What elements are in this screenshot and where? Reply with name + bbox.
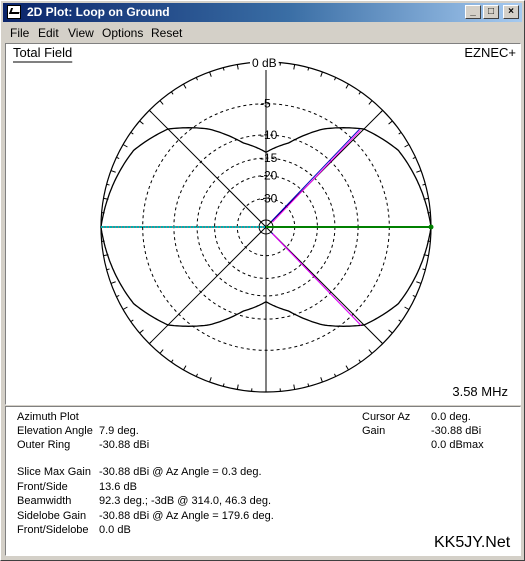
- close-button[interactable]: ×: [503, 5, 519, 19]
- plot-type-label: Azimuth Plot: [17, 411, 79, 423]
- cursor-marker: [428, 224, 434, 230]
- slice-max-gain-label: Slice Max Gain: [17, 466, 91, 478]
- tick-mark: [139, 120, 144, 125]
- tick-mark: [358, 359, 362, 363]
- tick-mark: [368, 100, 373, 105]
- ring-label-1: -5: [260, 97, 271, 111]
- tick-mark: [209, 71, 212, 77]
- tick-mark: [148, 341, 152, 345]
- tick-mark: [116, 156, 120, 159]
- tick-mark: [236, 64, 239, 70]
- tick-mark: [183, 83, 187, 89]
- front-side-value: 13.6 dB: [99, 481, 137, 493]
- maximize-button[interactable]: □: [483, 5, 499, 19]
- outer-ring-label: Outer Ring: [17, 439, 71, 451]
- tick-mark: [195, 373, 198, 377]
- polar-plot[interactable]: 0 dB -5 -10 -15 -20 -30 Total Field EZNEC+ 3.58 …: [6, 44, 520, 404]
- tick-mark: [320, 377, 323, 383]
- tick-mark: [345, 83, 349, 89]
- tick-mark: [122, 144, 128, 148]
- tick-mark: [416, 170, 422, 173]
- info-panel: Azimuth Plot Elevation Angle 7.9 deg. Ou…: [5, 406, 521, 556]
- tick-mark: [236, 384, 239, 390]
- app-icon[interactable]: [7, 5, 21, 19]
- sidelobe-gain-value: -30.88 dBi @ Az Angle = 179.6 deg.: [99, 510, 274, 522]
- beamwidth-label: Beamwidth: [17, 495, 72, 507]
- outer-ring-value: -30.88 dBi: [99, 439, 150, 451]
- tick-mark: [159, 100, 164, 105]
- beamwidth-line-mag-2: [272, 233, 362, 326]
- tick-mark: [110, 170, 116, 173]
- tick-mark: [404, 306, 410, 310]
- watermark-text: KK5JY.Net: [434, 534, 511, 551]
- tick-mark: [195, 77, 198, 81]
- brand-label: EZNEC+: [464, 45, 516, 60]
- front-side-label: Front/Side: [17, 481, 68, 493]
- tick-mark: [116, 295, 120, 298]
- tick-mark: [334, 373, 337, 377]
- menu-reset[interactable]: Reset: [151, 26, 182, 40]
- slice-max-gain-value: -30.88 dBi @ Az Angle = 0.3 deg.: [99, 466, 262, 478]
- front-sidelobe-value: 0.0 dB: [99, 524, 131, 536]
- tick-mark: [170, 91, 174, 95]
- cursor-gain-value: -30.88 dBi: [431, 425, 482, 437]
- tick-mark: [345, 365, 349, 371]
- cursor-gain-max-value: 0.0 dBmax: [431, 439, 484, 451]
- minimize-button[interactable]: _: [465, 5, 481, 19]
- tick-mark: [122, 306, 128, 310]
- menu-edit[interactable]: Edit: [38, 26, 59, 40]
- window-title: 2D Plot: Loop on Ground: [27, 5, 170, 19]
- ring-label-4: -20: [260, 169, 278, 183]
- tick-mark: [416, 281, 422, 284]
- menu-file[interactable]: File: [10, 26, 29, 40]
- tick-mark: [404, 144, 410, 148]
- ring-label-3: -15: [260, 151, 278, 165]
- tick-mark: [170, 359, 174, 363]
- tick-mark: [209, 377, 212, 383]
- menu-bar: File Edit View Options Reset: [3, 23, 522, 42]
- field-label: Total Field: [13, 45, 72, 60]
- tick-mark: [380, 109, 384, 113]
- tick-mark: [159, 349, 164, 354]
- elevation-angle-value: 7.9 deg.: [99, 425, 139, 437]
- tick-mark: [139, 329, 144, 334]
- ring-label-0: 0 dB: [252, 56, 277, 70]
- cursor-gain-label: Gain: [362, 425, 386, 437]
- title-bar[interactable]: 2D Plot: Loop on Ground _ □ ×: [3, 3, 522, 22]
- tick-mark: [130, 131, 134, 135]
- tick-mark: [183, 365, 187, 371]
- tick-mark: [293, 384, 296, 390]
- ring-label-5: -30: [260, 191, 278, 205]
- plot-window: 2D Plot: Loop on Ground _ □ × File Edit …: [0, 0, 525, 561]
- elevation-angle-label: Elevation Angle: [17, 425, 93, 437]
- tick-mark: [388, 329, 393, 334]
- tick-mark: [293, 64, 296, 70]
- sidelobe-gain-label: Sidelobe Gain: [17, 510, 87, 522]
- tick-mark: [412, 295, 416, 298]
- tick-mark: [388, 120, 393, 125]
- tick-mark: [320, 71, 323, 77]
- tick-mark: [148, 109, 152, 113]
- frequency-label: 3.58 MHz: [452, 384, 508, 399]
- beamwidth-value: 92.3 deg.; -3dB @ 314.0, 46.3 deg.: [99, 495, 272, 507]
- tick-mark: [412, 156, 416, 159]
- front-sidelobe-label: Front/Sidelobe: [17, 524, 89, 536]
- menu-view[interactable]: View: [68, 26, 94, 40]
- cursor-az-value: 0.0 deg.: [431, 411, 471, 423]
- beamwidth-line-1: [271, 128, 360, 222]
- tick-mark: [380, 341, 384, 345]
- menu-options[interactable]: Options: [102, 26, 143, 40]
- tick-mark: [110, 281, 116, 284]
- tick-mark: [130, 319, 134, 323]
- tick-mark: [358, 91, 362, 95]
- tick-mark: [398, 319, 402, 323]
- cursor-az-label: Cursor Az: [362, 411, 411, 423]
- tick-mark: [368, 349, 373, 354]
- tick-mark: [334, 77, 337, 81]
- tick-mark: [398, 131, 402, 135]
- ring-label-2: -10: [260, 128, 278, 142]
- plot-area[interactable]: 0 dB -5 -10 -15 -20 -30 Total Field EZNEC+ 3.58 …: [5, 43, 521, 405]
